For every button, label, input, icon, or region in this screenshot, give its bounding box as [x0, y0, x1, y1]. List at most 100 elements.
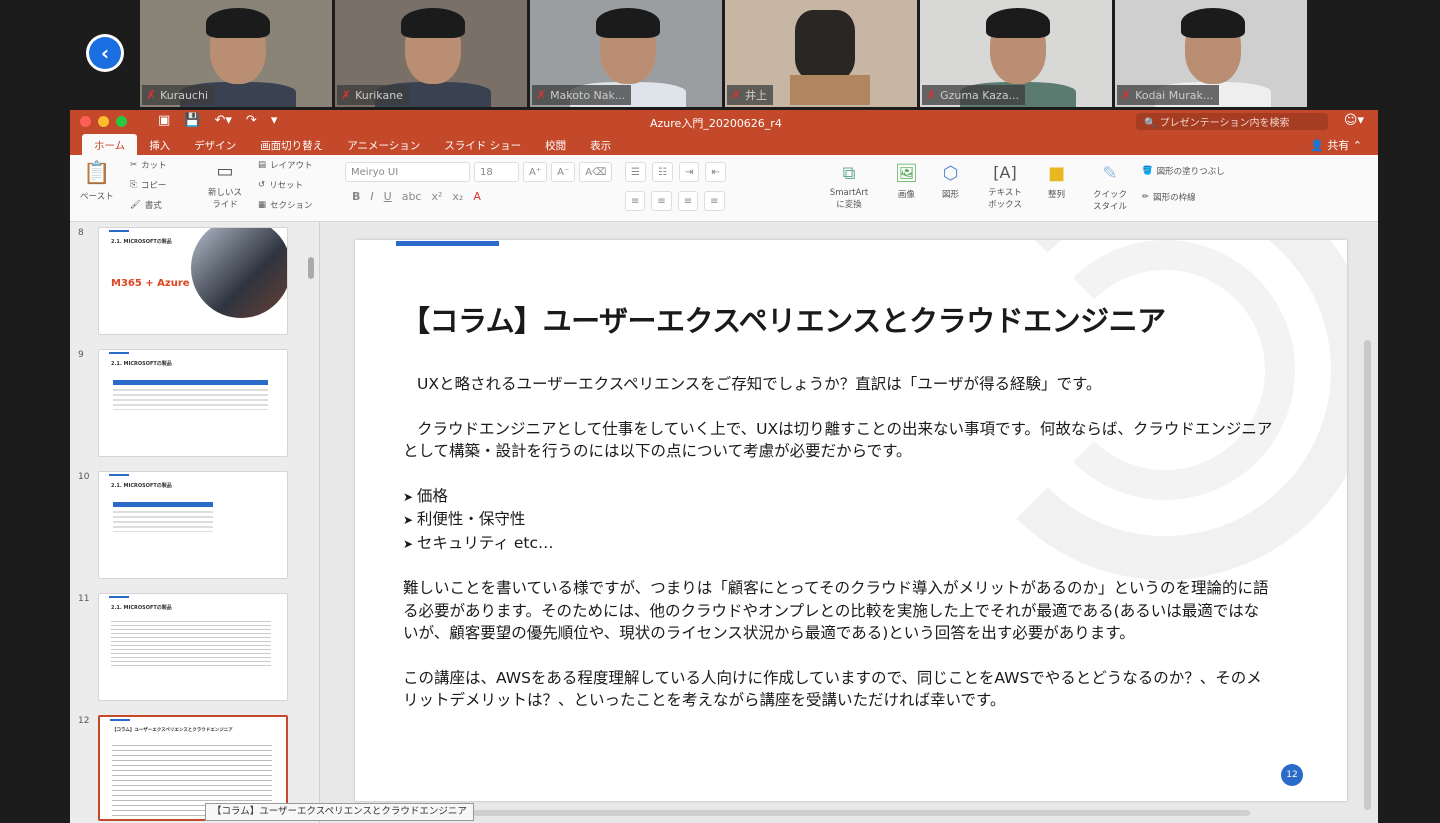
- minimize-button[interactable]: [98, 116, 109, 127]
- cut-button[interactable]: ✂ カット: [130, 159, 167, 171]
- paste-label: ペースト: [80, 192, 114, 202]
- align-right-button[interactable]: ≡: [677, 191, 699, 211]
- layout-button[interactable]: ▤ レイアウト: [258, 159, 313, 171]
- shape-button[interactable]: ⬡ 図形: [942, 163, 959, 200]
- underline-button[interactable]: U: [384, 190, 392, 203]
- account-icon[interactable]: ☺▾: [1344, 113, 1364, 128]
- format-painter-button[interactable]: 🖌 書式: [130, 199, 162, 211]
- indent-button[interactable]: ⇥: [678, 162, 700, 182]
- font-value: Meiryo UI: [351, 166, 399, 178]
- tab-slideshow[interactable]: スライド ショー: [432, 134, 533, 155]
- search-placeholder: プレゼンテーション内を検索: [1159, 118, 1290, 129]
- mic-muted-icon: ✗: [1121, 88, 1132, 102]
- close-button[interactable]: [80, 116, 91, 127]
- tab-design[interactable]: デザイン: [182, 134, 248, 155]
- tab-home[interactable]: ホーム: [82, 134, 138, 155]
- video-tile[interactable]: ✗ Gzuma Kaza...: [920, 0, 1112, 107]
- slide-canvas[interactable]: 【コラム】ユーザーエクスペリエンスとクラウドエンジニア UXと略されるユーザーエ…: [355, 240, 1347, 801]
- bold-button[interactable]: B: [352, 190, 360, 203]
- paragraph: 難しいことを書いている様ですが、つまりは「顧客にとってそのクラウド導入がメリット…: [403, 579, 1269, 642]
- copy-label: コピー: [140, 181, 167, 191]
- smartart-label: SmartArtに変換: [829, 188, 869, 210]
- font-color-button[interactable]: A: [473, 190, 481, 203]
- paragraph: UXと略されるユーザーエクスペリエンスをご存知でしょうか？直訳は「ユーザが得る経…: [417, 375, 1102, 393]
- thumbnail-title: 2.1. MICROSOFTの製品: [111, 239, 172, 245]
- copy-button[interactable]: ⎘ コピー: [130, 179, 166, 191]
- tab-view[interactable]: 表示: [578, 134, 623, 155]
- title-bar: ▣ 💾 ↶▾ ↷ ▾ Azure入門_20200626_r4 🔍 プレゼンテーション内を…: [70, 110, 1378, 133]
- thumbnail-tooltip: 【コラム】ユーザーエクスペリエンスとクラウドエンジニア: [205, 803, 474, 821]
- thumbnail-slide-9[interactable]: 2.1. MICROSOFTの製品: [98, 349, 288, 457]
- thumbnail-title: 2.1. MICROSOFTの製品: [111, 605, 172, 611]
- thumbnail-title: 2.1. MICROSOFTの製品: [111, 361, 172, 367]
- video-tile[interactable]: ✗ Kurauchi: [140, 0, 332, 107]
- tab-insert[interactable]: 挿入: [137, 134, 182, 155]
- reset-label: リセット: [269, 181, 304, 191]
- paragraph-group: ☰ ☷ ⇥ ⇤: [625, 162, 726, 182]
- search-input[interactable]: 🔍 プレゼンテーション内を検索: [1136, 113, 1328, 130]
- font-size-select[interactable]: 18: [474, 162, 519, 182]
- undo-icon[interactable]: ↶▾: [214, 113, 231, 128]
- new-slide-icon: ▭: [216, 161, 234, 182]
- justify-button[interactable]: ≡: [704, 191, 725, 211]
- accent-bar: [396, 241, 499, 246]
- section-button[interactable]: ▦ セクション: [258, 199, 313, 211]
- redo-icon[interactable]: ↷: [246, 113, 257, 128]
- thumbnail-scrollbar[interactable]: [308, 257, 314, 279]
- align-center-button[interactable]: ≡: [651, 191, 672, 211]
- arrange-label: 整列: [1048, 190, 1066, 200]
- font-select[interactable]: Meiryo UI: [345, 162, 470, 182]
- smartart-button[interactable]: ⧉ SmartArtに変換: [829, 163, 869, 210]
- shape-outline-button[interactable]: ✏ 図形の枠線: [1142, 191, 1196, 203]
- video-tile[interactable]: ✗ 井上: [725, 0, 917, 107]
- quick-style-button[interactable]: ✎ クイックスタイル: [1092, 163, 1128, 212]
- numbering-button[interactable]: ☷: [651, 162, 673, 182]
- back-button[interactable]: ‹: [86, 34, 124, 72]
- horizontal-scrollbar[interactable]: [450, 810, 1250, 816]
- clear-format-button[interactable]: A⌫: [579, 162, 613, 182]
- participant-name: Gzuma Kaza...: [940, 88, 1020, 102]
- chevron-left-icon: ‹: [89, 37, 121, 69]
- reset-button[interactable]: ↺ リセット: [258, 179, 303, 191]
- document-title: Azure入門_20200626_r4: [650, 117, 782, 130]
- slide-scrollbar[interactable]: [1364, 340, 1371, 810]
- grow-font-button[interactable]: A⁺: [523, 162, 548, 182]
- bullets-button[interactable]: ☰: [625, 162, 646, 182]
- video-tile[interactable]: ✗ Kurikane: [335, 0, 527, 107]
- align-left-button[interactable]: ≡: [625, 191, 646, 211]
- building-image: [191, 228, 287, 318]
- tab-transitions[interactable]: 画面切り替え: [248, 134, 335, 155]
- tab-animations[interactable]: アニメーション: [335, 134, 432, 155]
- quick-style-label: クイックスタイル: [1092, 190, 1127, 212]
- italic-button[interactable]: I: [370, 190, 373, 203]
- shrink-font-button[interactable]: A⁻: [551, 162, 576, 182]
- zoom-button[interactable]: [116, 116, 127, 127]
- mic-muted-icon: ✗: [341, 88, 352, 102]
- paste-button[interactable]: 📋 ペースト: [80, 161, 114, 202]
- outdent-button[interactable]: ⇤: [705, 162, 726, 182]
- thumbnail-slide-11[interactable]: 2.1. MICROSOFTの製品: [98, 593, 288, 701]
- thumbnail-slide-8[interactable]: 2.1. MICROSOFTの製品 M365 + Azure: [98, 227, 288, 335]
- new-slide-button[interactable]: ▭ 新しいスライド: [205, 161, 245, 210]
- picture-button[interactable]: 🖼 画像: [895, 163, 918, 200]
- copy-icon: ⎘: [130, 180, 137, 190]
- textbox-button[interactable]: [A] テキストボックス: [985, 163, 1025, 210]
- thumbnail-number: 12: [78, 716, 90, 726]
- slide-body[interactable]: UXと略されるユーザーエクスペリエンスをご存知でしょうか？直訳は「ユーザが得る経…: [403, 373, 1273, 734]
- tab-review[interactable]: 校閲: [533, 134, 578, 155]
- thumbnail-slide-10[interactable]: 2.1. MICROSOFTの製品: [98, 471, 288, 579]
- arrange-button[interactable]: ■ 整列: [1048, 163, 1065, 200]
- save-icon[interactable]: 💾: [184, 113, 200, 128]
- customize-icon[interactable]: ▾: [271, 113, 278, 128]
- shape-fill-button[interactable]: 🪣 図形の塗りつぶし: [1142, 165, 1225, 177]
- layout-icon: ▤: [258, 160, 267, 170]
- share-button[interactable]: 👤 共有 ⌃: [1310, 137, 1362, 153]
- strike-button[interactable]: abc: [402, 190, 422, 203]
- video-tile[interactable]: ✗ Kodai Murak...: [1115, 0, 1307, 107]
- sidebar-toggle-icon[interactable]: ▣: [158, 113, 170, 128]
- superscript-button[interactable]: x²: [431, 190, 442, 203]
- powerpoint-window: ▣ 💾 ↶▾ ↷ ▾ Azure入門_20200626_r4 🔍 プレゼンテーション内を…: [70, 110, 1378, 823]
- video-tile[interactable]: ✗ Makoto Nak...: [530, 0, 722, 107]
- subscript-button[interactable]: x₂: [452, 190, 463, 203]
- slide-title[interactable]: 【コラム】ユーザーエクスペリエンスとクラウドエンジニア: [401, 298, 1166, 340]
